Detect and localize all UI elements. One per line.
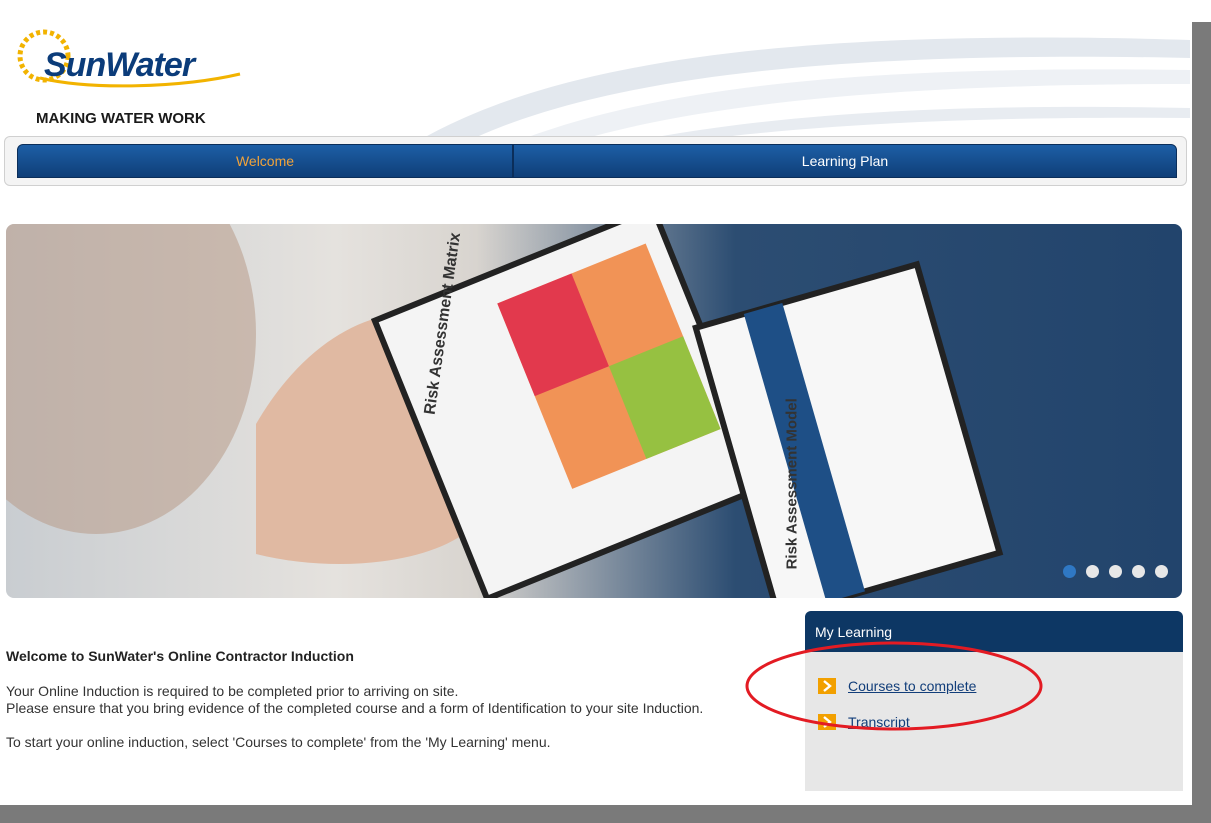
welcome-paragraph-1: Your Online Induction is required to be … [6, 683, 704, 716]
tab-welcome-label: Welcome [235, 153, 295, 169]
courses-to-complete-link[interactable]: Courses to complete [848, 678, 976, 694]
site-header: SunWater MAKING WATER WORK [0, 0, 1192, 140]
window-edge-bottom [0, 805, 1211, 823]
carousel-dots [1063, 565, 1168, 578]
window-edge-right [1192, 22, 1211, 823]
hero-image: Risk Assessment Matrix Risk Assessment M… [6, 224, 1004, 598]
welcome-heading: Welcome to SunWater's Online Contractor … [6, 648, 354, 664]
hero-banner: Risk Assessment Matrix Risk Assessment M… [6, 224, 1182, 598]
carousel-dot-4[interactable] [1132, 565, 1145, 578]
logo-text: SunWater [44, 46, 195, 84]
transcript-item[interactable]: Transcript [818, 714, 910, 730]
my-learning-header: My Learning [805, 611, 1183, 652]
transcript-link[interactable]: Transcript [848, 714, 910, 730]
main-nav: Welcome Learning Plan [17, 144, 1177, 178]
welcome-paragraph-2: To start your online induction, select '… [6, 734, 551, 750]
tab-learning-plan[interactable]: Learning Plan [513, 144, 1177, 178]
nav-container: Welcome Learning Plan [4, 136, 1187, 186]
courses-to-complete-item[interactable]: Courses to complete [818, 678, 976, 694]
tab-learning-plan-label: Learning Plan [801, 153, 889, 169]
chevron-right-icon [818, 678, 836, 694]
welcome-section: Welcome to SunWater's Online Contractor … [6, 648, 786, 768]
chevron-right-icon [818, 714, 836, 730]
carousel-dot-5[interactable] [1155, 565, 1168, 578]
carousel-dot-3[interactable] [1109, 565, 1122, 578]
tagline: MAKING WATER WORK [36, 110, 206, 127]
my-learning-title: My Learning [815, 623, 893, 640]
carousel-dot-2[interactable] [1086, 565, 1099, 578]
sunwater-logo[interactable]: SunWater [10, 8, 250, 98]
tab-welcome[interactable]: Welcome [17, 144, 513, 178]
hero-label-model: Risk Assessment Model [783, 398, 800, 569]
carousel-dot-1[interactable] [1063, 565, 1076, 578]
my-learning-panel: My Learning Courses to complete Transcri… [805, 611, 1183, 791]
